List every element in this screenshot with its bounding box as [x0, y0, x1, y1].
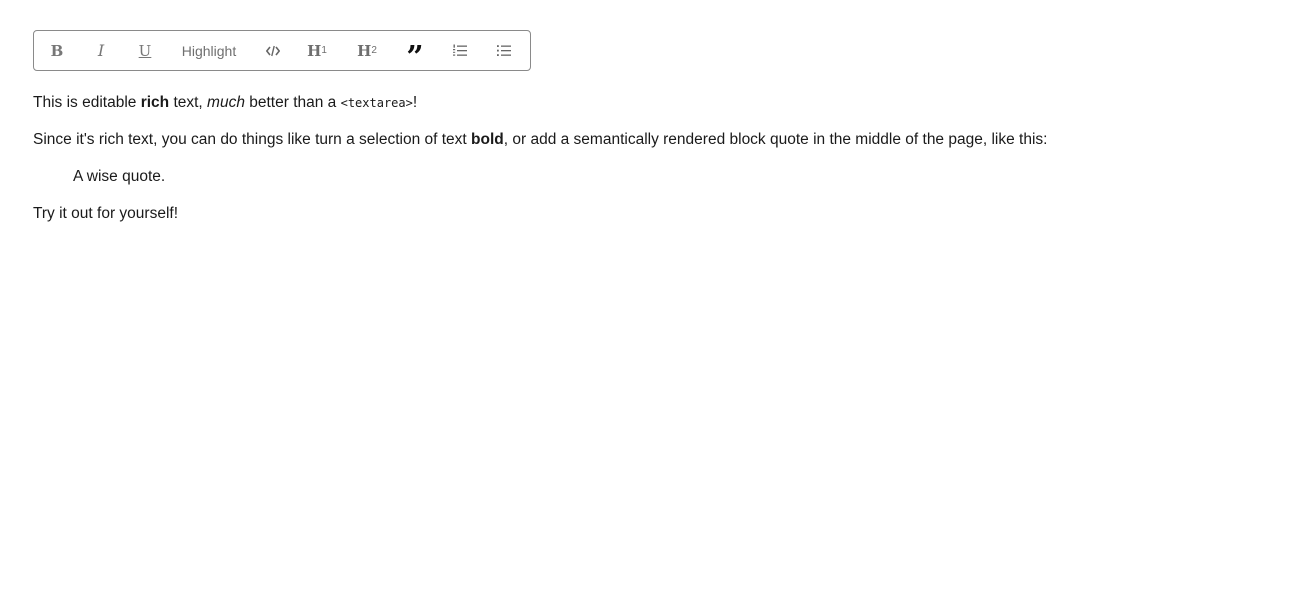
formatting-toolbar: B I U Highlight H1 H2 ”: [33, 30, 531, 75]
paragraph-description: Since it's rich text, you can do things …: [33, 129, 1273, 151]
bold-text: bold: [471, 131, 504, 148]
paragraph-intro: This is editable rich text, much better …: [33, 92, 1273, 114]
unordered-list-button[interactable]: [482, 31, 526, 70]
text-span: Since it's rich text, you can do things …: [33, 131, 472, 148]
ordered-list-button[interactable]: [438, 31, 482, 70]
bold-button[interactable]: B: [38, 31, 76, 70]
text-span: , or add a semantically rendered block q…: [503, 131, 1048, 148]
paragraph-closing: Try it out for yourself!: [33, 205, 178, 222]
underline-button[interactable]: U: [126, 31, 164, 70]
block-quote: A wise quote.: [73, 168, 166, 185]
inline-code: <textarea>: [340, 96, 413, 110]
text-span: better than a: [244, 94, 341, 111]
code-icon: [266, 45, 280, 56]
heading-1-label: H: [307, 41, 322, 60]
heading-2-button[interactable]: H2: [342, 31, 392, 70]
rich-text-editor[interactable]: This is editable rich text, much better …: [33, 92, 1273, 240]
heading-2-label: H: [357, 41, 372, 60]
italic-button[interactable]: I: [76, 31, 126, 70]
code-button[interactable]: [254, 31, 292, 70]
italic-text: much: [207, 94, 245, 111]
bold-text: rich: [140, 94, 170, 111]
heading-2-sub: 2: [371, 45, 377, 56]
text-span: text,: [169, 94, 208, 111]
ordered-list-icon: [453, 44, 467, 56]
unordered-list-icon: [497, 45, 511, 56]
text-span: !: [412, 94, 418, 111]
blockquote-button[interactable]: ”: [392, 31, 438, 75]
blockquote-icon: ”: [406, 40, 424, 75]
highlight-button[interactable]: Highlight: [164, 31, 254, 70]
heading-1-button[interactable]: H1: [292, 31, 342, 70]
heading-1-sub: 1: [321, 45, 327, 56]
text-span: This is editable: [33, 94, 141, 111]
